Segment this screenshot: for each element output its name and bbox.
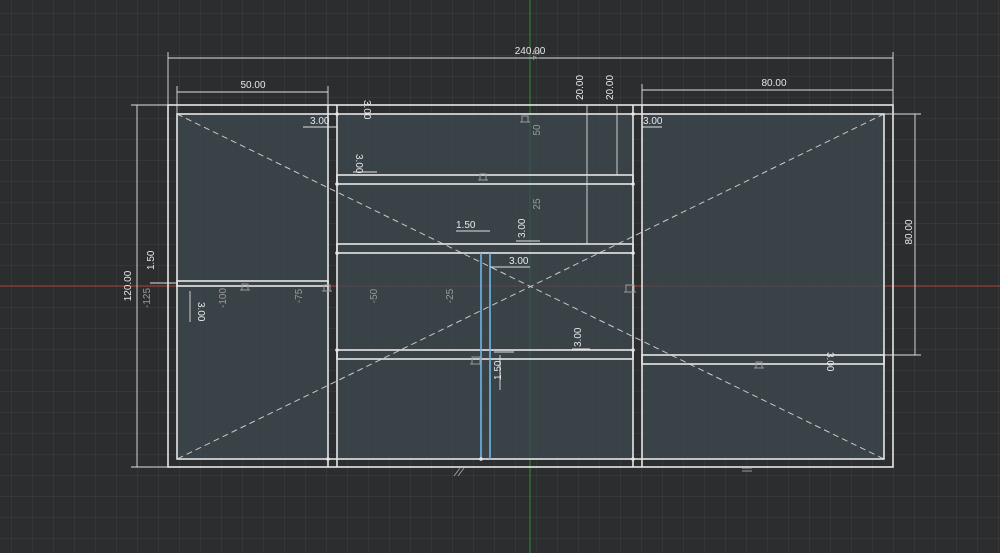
y-tick-label: 25 <box>532 198 543 210</box>
dim-frame-right-offset: 3.00 <box>643 116 663 127</box>
dim-left-shelf-a: 1.50 <box>146 250 157 270</box>
dim-frame-left-offset: 3.00 <box>310 116 330 127</box>
dim-overall-height: 120.00 <box>123 270 134 301</box>
dim-center-post-offset: 1.50 <box>456 220 476 231</box>
x-tick-label: -50 <box>369 288 380 303</box>
y-tick-label: 75 <box>532 49 543 61</box>
dim-left-bay-width: 50.00 <box>240 80 265 91</box>
dim-top-rail-b: 20.00 <box>605 75 616 100</box>
dim-shelf-low-thickness: 3.00 <box>573 327 584 347</box>
drawing-svg[interactable]: 240.00 50.00 80.00 120.00 80.00 3.00 3.0… <box>0 0 1000 553</box>
dim-top-rail-a: 20.00 <box>575 75 586 100</box>
x-tick-label: -100 <box>218 288 229 308</box>
x-tick-label: -125 <box>142 288 153 308</box>
dim-shelf-top-thickness: 3.00 <box>353 154 364 174</box>
dim-center-post-gap: 3.00 <box>509 256 529 267</box>
dim-left-shelf-b: 3.00 <box>195 302 206 322</box>
dim-frame-top-offset: 3.00 <box>361 100 372 120</box>
horizontal-constraint-icon <box>742 467 752 472</box>
dim-center-post-bottom: 1.50 <box>493 360 504 380</box>
y-tick-label: 50 <box>532 124 543 136</box>
x-tick-label: -25 <box>445 288 456 303</box>
dim-right-bay-height: 80.00 <box>904 219 915 244</box>
dim-shelf-mid-thickness: 3.00 <box>517 218 528 238</box>
x-tick-label: -75 <box>294 288 305 303</box>
dim-right-bay-width: 80.00 <box>761 78 786 89</box>
dim-right-shelf-thickness: 3.00 <box>824 352 835 372</box>
parallel-constraint-icon <box>453 467 465 477</box>
cad-viewport[interactable]: 240.00 50.00 80.00 120.00 80.00 3.00 3.0… <box>0 0 1000 553</box>
